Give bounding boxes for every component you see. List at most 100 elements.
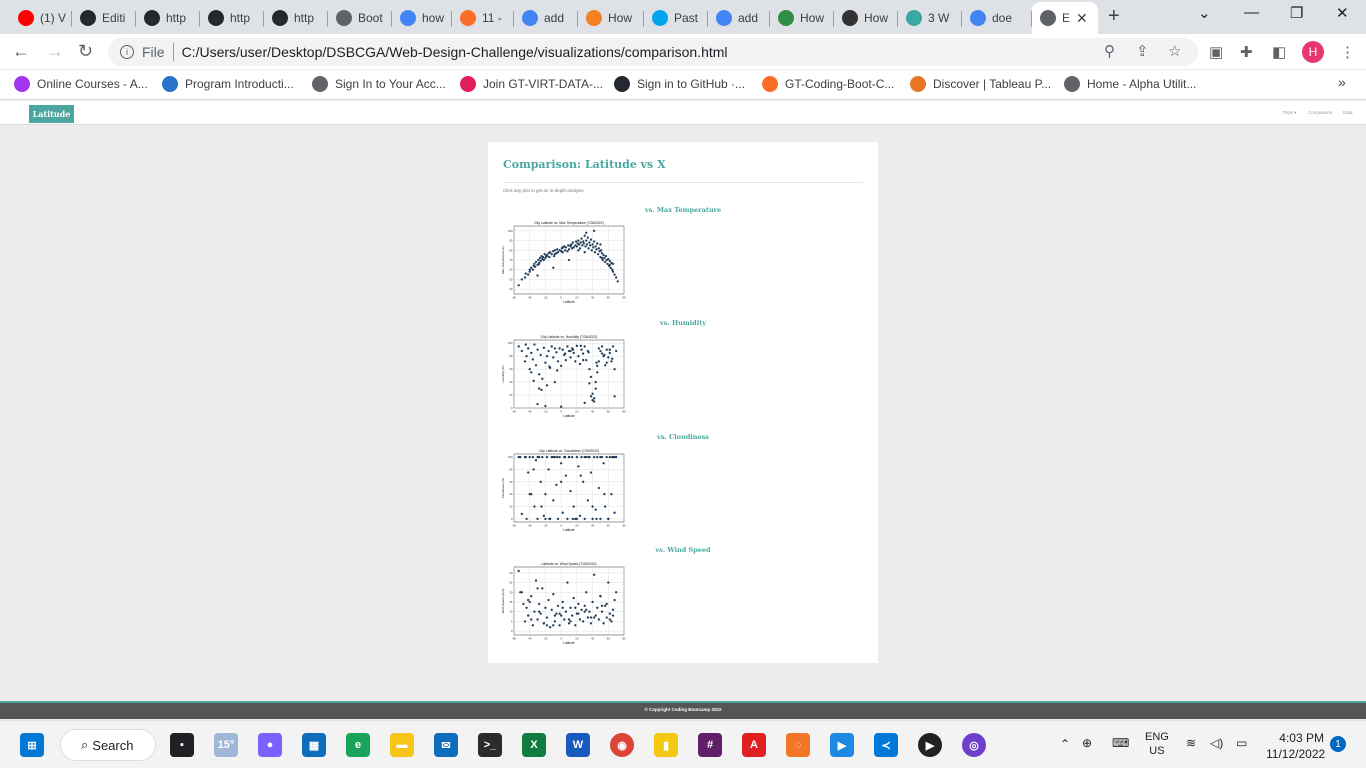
browser-tab[interactable]: E ✕ <box>1032 2 1098 34</box>
site-brand[interactable]: Latitude <box>29 105 74 123</box>
word-icon[interactable]: W <box>566 733 590 757</box>
file-explorer-icon[interactable]: ▬ <box>390 733 414 757</box>
start-icon[interactable]: ⊞ <box>20 733 44 757</box>
volume-icon[interactable]: ◁) <box>1210 736 1223 750</box>
tab-search-icon[interactable]: ⌄ <box>1198 4 1211 22</box>
nav-data[interactable]: Data <box>1343 110 1353 115</box>
data-point <box>553 347 557 350</box>
tray-overflow-icon[interactable]: ⌃ <box>1060 737 1070 751</box>
bookmark-item[interactable]: Home - Alpha Utilit... <box>1064 76 1196 92</box>
bookmark-item[interactable]: GT-Coding-Boot-C... <box>762 76 894 92</box>
browser-tab[interactable]: doe <box>962 4 1032 32</box>
address-url[interactable]: C:/Users/user/Desktop/DSBCGA/Web-Design-… <box>182 44 728 60</box>
side-panel-icon[interactable]: ◧ <box>1272 43 1286 61</box>
task-view-icon[interactable]: ▪ <box>170 733 194 757</box>
media-player-icon[interactable]: ▶ <box>830 733 854 757</box>
plot-max-temp[interactable]: -60 -40 -20 0 20 40 60 80 40 50 60 70 80 90 100 City La… <box>500 218 628 308</box>
plot-wind-speed[interactable]: -60 -40 -20 0 20 40 60 80 0 5 10 15 20 25 30 Latitude v… <box>500 559 628 649</box>
minimize-button[interactable]: — <box>1244 4 1259 21</box>
browser-tab[interactable]: Boot <box>328 4 392 32</box>
browser-tab[interactable]: How <box>578 4 644 32</box>
nav-plots-dropdown[interactable]: Plots ▾ <box>1283 110 1297 116</box>
back-icon[interactable]: ← <box>12 41 30 62</box>
wifi-icon[interactable]: ≋ <box>1186 736 1196 750</box>
excel-icon[interactable]: X <box>522 733 546 757</box>
jupyter-icon[interactable]: ◌ <box>786 733 810 757</box>
gitlab-icon <box>460 10 476 26</box>
browser-tab[interactable]: (1) V <box>10 4 72 32</box>
new-tab-button[interactable]: + <box>1108 5 1120 28</box>
mail-icon[interactable]: ✉ <box>434 733 458 757</box>
browser-tab[interactable]: add <box>514 4 578 32</box>
browser-tab[interactable]: How <box>834 4 898 32</box>
data-point <box>563 455 567 459</box>
clock[interactable]: 4:03 PM 11/12/2022 <box>1266 730 1325 762</box>
data-point <box>537 258 540 262</box>
store-icon[interactable]: ▦ <box>302 733 326 757</box>
zoom-icon[interactable]: ⚲ <box>1104 42 1115 60</box>
weather-icon[interactable]: 15° <box>214 733 238 757</box>
chrome-icon[interactable]: ◉ <box>610 733 634 757</box>
x-tick-label: 60 <box>607 296 611 300</box>
vscode-icon[interactable]: ≺ <box>874 733 898 757</box>
keyboard-icon[interactable]: ⌨ <box>1112 736 1129 750</box>
github-desktop-icon[interactable]: ◎ <box>962 733 986 757</box>
browser-tab[interactable]: http <box>136 4 200 32</box>
extensions-puzzle-icon[interactable]: ✚ <box>1240 43 1253 61</box>
bookmark-star-icon[interactable]: ☆ <box>1168 42 1181 60</box>
bookmark-item[interactable]: Program Introducti... <box>162 76 294 92</box>
data-point <box>534 579 538 582</box>
browser-tab[interactable]: http <box>200 4 264 32</box>
extension-icon[interactable]: ▣ <box>1209 43 1223 61</box>
data-point <box>600 345 604 348</box>
edge-icon[interactable]: e <box>346 733 370 757</box>
data-point <box>589 616 593 619</box>
browser-tab[interactable]: add <box>708 4 770 32</box>
site-info-icon[interactable]: i <box>120 45 134 59</box>
bookmark-item[interactable]: Sign In to Your Acc... <box>312 76 446 92</box>
menu-icon[interactable]: ⋮ <box>1340 43 1355 61</box>
restore-button[interactable]: ❐ <box>1290 4 1303 22</box>
profile-avatar[interactable]: H <box>1302 41 1324 63</box>
data-point <box>595 361 598 364</box>
media-icon[interactable]: ▶ <box>918 733 942 757</box>
browser-tab[interactable]: How <box>770 4 834 32</box>
slack-icon[interactable]: # <box>698 733 722 757</box>
chat-icon[interactable]: ● <box>258 733 282 757</box>
bookmark-item[interactable]: Online Courses - A... <box>14 76 148 92</box>
browser-tab[interactable]: Past <box>644 4 708 32</box>
close-window-button[interactable]: ✕ <box>1336 4 1349 22</box>
forward-icon[interactable]: → <box>46 41 64 62</box>
y-tick-label: 60 <box>509 268 513 272</box>
acrobat-icon[interactable]: A <box>742 733 766 757</box>
data-point <box>571 241 575 244</box>
more-bookmarks-icon[interactable]: » <box>1338 74 1346 90</box>
terminal-icon[interactable]: >_ <box>478 733 502 757</box>
plot-humidity[interactable]: -60 -40 -20 0 20 40 60 80 0 20 40 60 80 100 City Latit… <box>500 332 628 422</box>
powerbi-icon[interactable]: ▮ <box>654 733 678 757</box>
browser-tab[interactable]: http <box>264 4 328 32</box>
close-tab-icon[interactable]: ✕ <box>1076 10 1088 27</box>
browser-tab[interactable]: 3 W <box>898 4 962 32</box>
notification-badge[interactable]: 1 <box>1330 736 1346 752</box>
tray-app-icon[interactable]: ⊕ <box>1082 736 1092 750</box>
share-icon[interactable]: ⇪ <box>1136 42 1149 60</box>
browser-tab[interactable]: Editi <box>72 4 136 32</box>
data-point <box>592 455 596 459</box>
data-point <box>567 618 571 621</box>
bookmark-item[interactable]: Join GT-VIRT-DATA-... <box>460 76 603 92</box>
battery-icon[interactable]: ▭ <box>1236 736 1247 750</box>
browser-tab[interactable]: 11 - <box>452 4 514 32</box>
taskbar-search[interactable]: ⌕ Search <box>60 729 156 761</box>
address-bar[interactable]: i File C:/Users/user/Desktop/DSBCGA/Web-… <box>108 38 1198 66</box>
reload-icon[interactable]: ↻ <box>78 41 93 62</box>
bookmark-item[interactable]: Discover | Tableau P... <box>910 76 1051 92</box>
nav-comparison[interactable]: Comparison <box>1308 110 1332 115</box>
x-axis-label: Latitude <box>563 528 575 532</box>
bookmark-item[interactable]: Sign in to GitHub ·... <box>614 76 745 92</box>
data-point <box>589 238 593 241</box>
browser-tab[interactable]: how <box>392 4 452 32</box>
language-indicator[interactable]: ENG US <box>1145 730 1169 758</box>
plot-cloudiness[interactable]: -60 -40 -20 0 20 40 60 80 0 20 40 60 80 100 City Latit… <box>500 446 628 536</box>
x-tick-label: -60 <box>512 410 516 414</box>
